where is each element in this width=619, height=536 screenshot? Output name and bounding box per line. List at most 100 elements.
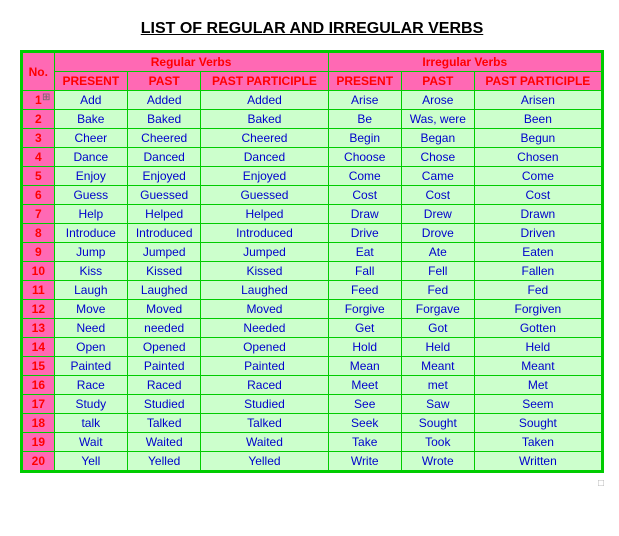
- cell: Fall: [328, 262, 401, 281]
- cell: Kiss: [54, 262, 127, 281]
- cell: Needed: [201, 319, 328, 338]
- cell: Cheered: [127, 129, 200, 148]
- cell: Painted: [54, 357, 127, 376]
- cell: Added: [201, 91, 328, 110]
- cell: Added: [127, 91, 200, 110]
- cell: Waited: [127, 433, 200, 452]
- cell: Drew: [401, 205, 474, 224]
- cell: Bake: [54, 110, 127, 129]
- row-number: 7: [23, 205, 55, 224]
- table-row: 16RaceRacedRacedMeetmetMet: [23, 376, 602, 395]
- reg-pp-header: PAST PARTICIPLE: [201, 72, 328, 91]
- row-number: 2: [23, 110, 55, 129]
- cell: Move: [54, 300, 127, 319]
- cell: Danced: [127, 148, 200, 167]
- cell: Laughed: [201, 281, 328, 300]
- cell: Painted: [127, 357, 200, 376]
- cell: Danced: [201, 148, 328, 167]
- irr-pp-header: PAST PARTICIPLE: [474, 72, 601, 91]
- cell: Be: [328, 110, 401, 129]
- cell: talk: [54, 414, 127, 433]
- cell: Waited: [201, 433, 328, 452]
- cell: Fell: [401, 262, 474, 281]
- cell: Guessed: [127, 186, 200, 205]
- cell: Arise: [328, 91, 401, 110]
- row-number: 8: [23, 224, 55, 243]
- cell: Open: [54, 338, 127, 357]
- cell: Enjoyed: [201, 167, 328, 186]
- table-row: 18talkTalkedTalkedSeekSoughtSought: [23, 414, 602, 433]
- cell: Cheered: [201, 129, 328, 148]
- row-number: 3: [23, 129, 55, 148]
- table-row: 10KissKissedKissedFallFellFallen: [23, 262, 602, 281]
- row-number: 18: [23, 414, 55, 433]
- cell: Guess: [54, 186, 127, 205]
- cell: Race: [54, 376, 127, 395]
- row-number: 13: [23, 319, 55, 338]
- row-number: 19: [23, 433, 55, 452]
- row-number: 20: [23, 452, 55, 471]
- cell: Met: [474, 376, 601, 395]
- cell: Fed: [401, 281, 474, 300]
- cell: Begin: [328, 129, 401, 148]
- cell: Chose: [401, 148, 474, 167]
- cell: Choose: [328, 148, 401, 167]
- cell: Add: [54, 91, 127, 110]
- row-number: 5: [23, 167, 55, 186]
- table-row: 20YellYelledYelledWriteWroteWritten: [23, 452, 602, 471]
- table-row: 5EnjoyEnjoyedEnjoyedComeCameCome: [23, 167, 602, 186]
- cell: Dance: [54, 148, 127, 167]
- cell: Get: [328, 319, 401, 338]
- cell: Talked: [201, 414, 328, 433]
- cell: Hold: [328, 338, 401, 357]
- cell: Need: [54, 319, 127, 338]
- cell: Begun: [474, 129, 601, 148]
- cell: Enjoy: [54, 167, 127, 186]
- table-row: 14OpenOpenedOpenedHoldHeldHeld: [23, 338, 602, 357]
- cell: Raced: [201, 376, 328, 395]
- table-wrapper: No. Regular Verbs Irregular Verbs PRESEN…: [20, 50, 604, 473]
- row-number: 9: [23, 243, 55, 262]
- table-row: 1AddAddedAddedAriseAroseArisen: [23, 91, 602, 110]
- table-row: 13NeedneededNeededGetGotGotten: [23, 319, 602, 338]
- cell: Held: [401, 338, 474, 357]
- cell: Jump: [54, 243, 127, 262]
- cell: Chosen: [474, 148, 601, 167]
- table-row: 19WaitWaitedWaitedTakeTookTaken: [23, 433, 602, 452]
- cell: Eaten: [474, 243, 601, 262]
- verbs-table: No. Regular Verbs Irregular Verbs PRESEN…: [22, 52, 602, 471]
- cell: Began: [401, 129, 474, 148]
- table-row: 11LaughLaughedLaughedFeedFedFed: [23, 281, 602, 300]
- cell: Baked: [201, 110, 328, 129]
- cell: Feed: [328, 281, 401, 300]
- add-icon[interactable]: ⊞: [42, 92, 50, 103]
- cell: Yelled: [201, 452, 328, 471]
- cell: Got: [401, 319, 474, 338]
- row-number: 12: [23, 300, 55, 319]
- cell: Came: [401, 167, 474, 186]
- cell: Introduced: [201, 224, 328, 243]
- cell: Jumped: [201, 243, 328, 262]
- irr-past-header: PAST: [401, 72, 474, 91]
- cell: needed: [127, 319, 200, 338]
- cell: Yell: [54, 452, 127, 471]
- cell: Take: [328, 433, 401, 452]
- row-number: 17: [23, 395, 55, 414]
- cell: Introduce: [54, 224, 127, 243]
- cell: Drove: [401, 224, 474, 243]
- cell: Raced: [127, 376, 200, 395]
- cell: Drive: [328, 224, 401, 243]
- cell: Gotten: [474, 319, 601, 338]
- cell: Talked: [127, 414, 200, 433]
- cell: Draw: [328, 205, 401, 224]
- cell: Cost: [328, 186, 401, 205]
- cell: Painted: [201, 357, 328, 376]
- cell: Drawn: [474, 205, 601, 224]
- table-row: 12MoveMovedMovedForgiveForgaveForgiven: [23, 300, 602, 319]
- cell: Helped: [201, 205, 328, 224]
- page-title: LIST OF REGULAR AND IRREGULAR VERBS: [20, 20, 604, 38]
- cell: Meet: [328, 376, 401, 395]
- cell: Was, were: [401, 110, 474, 129]
- cell: See: [328, 395, 401, 414]
- row-number: 15: [23, 357, 55, 376]
